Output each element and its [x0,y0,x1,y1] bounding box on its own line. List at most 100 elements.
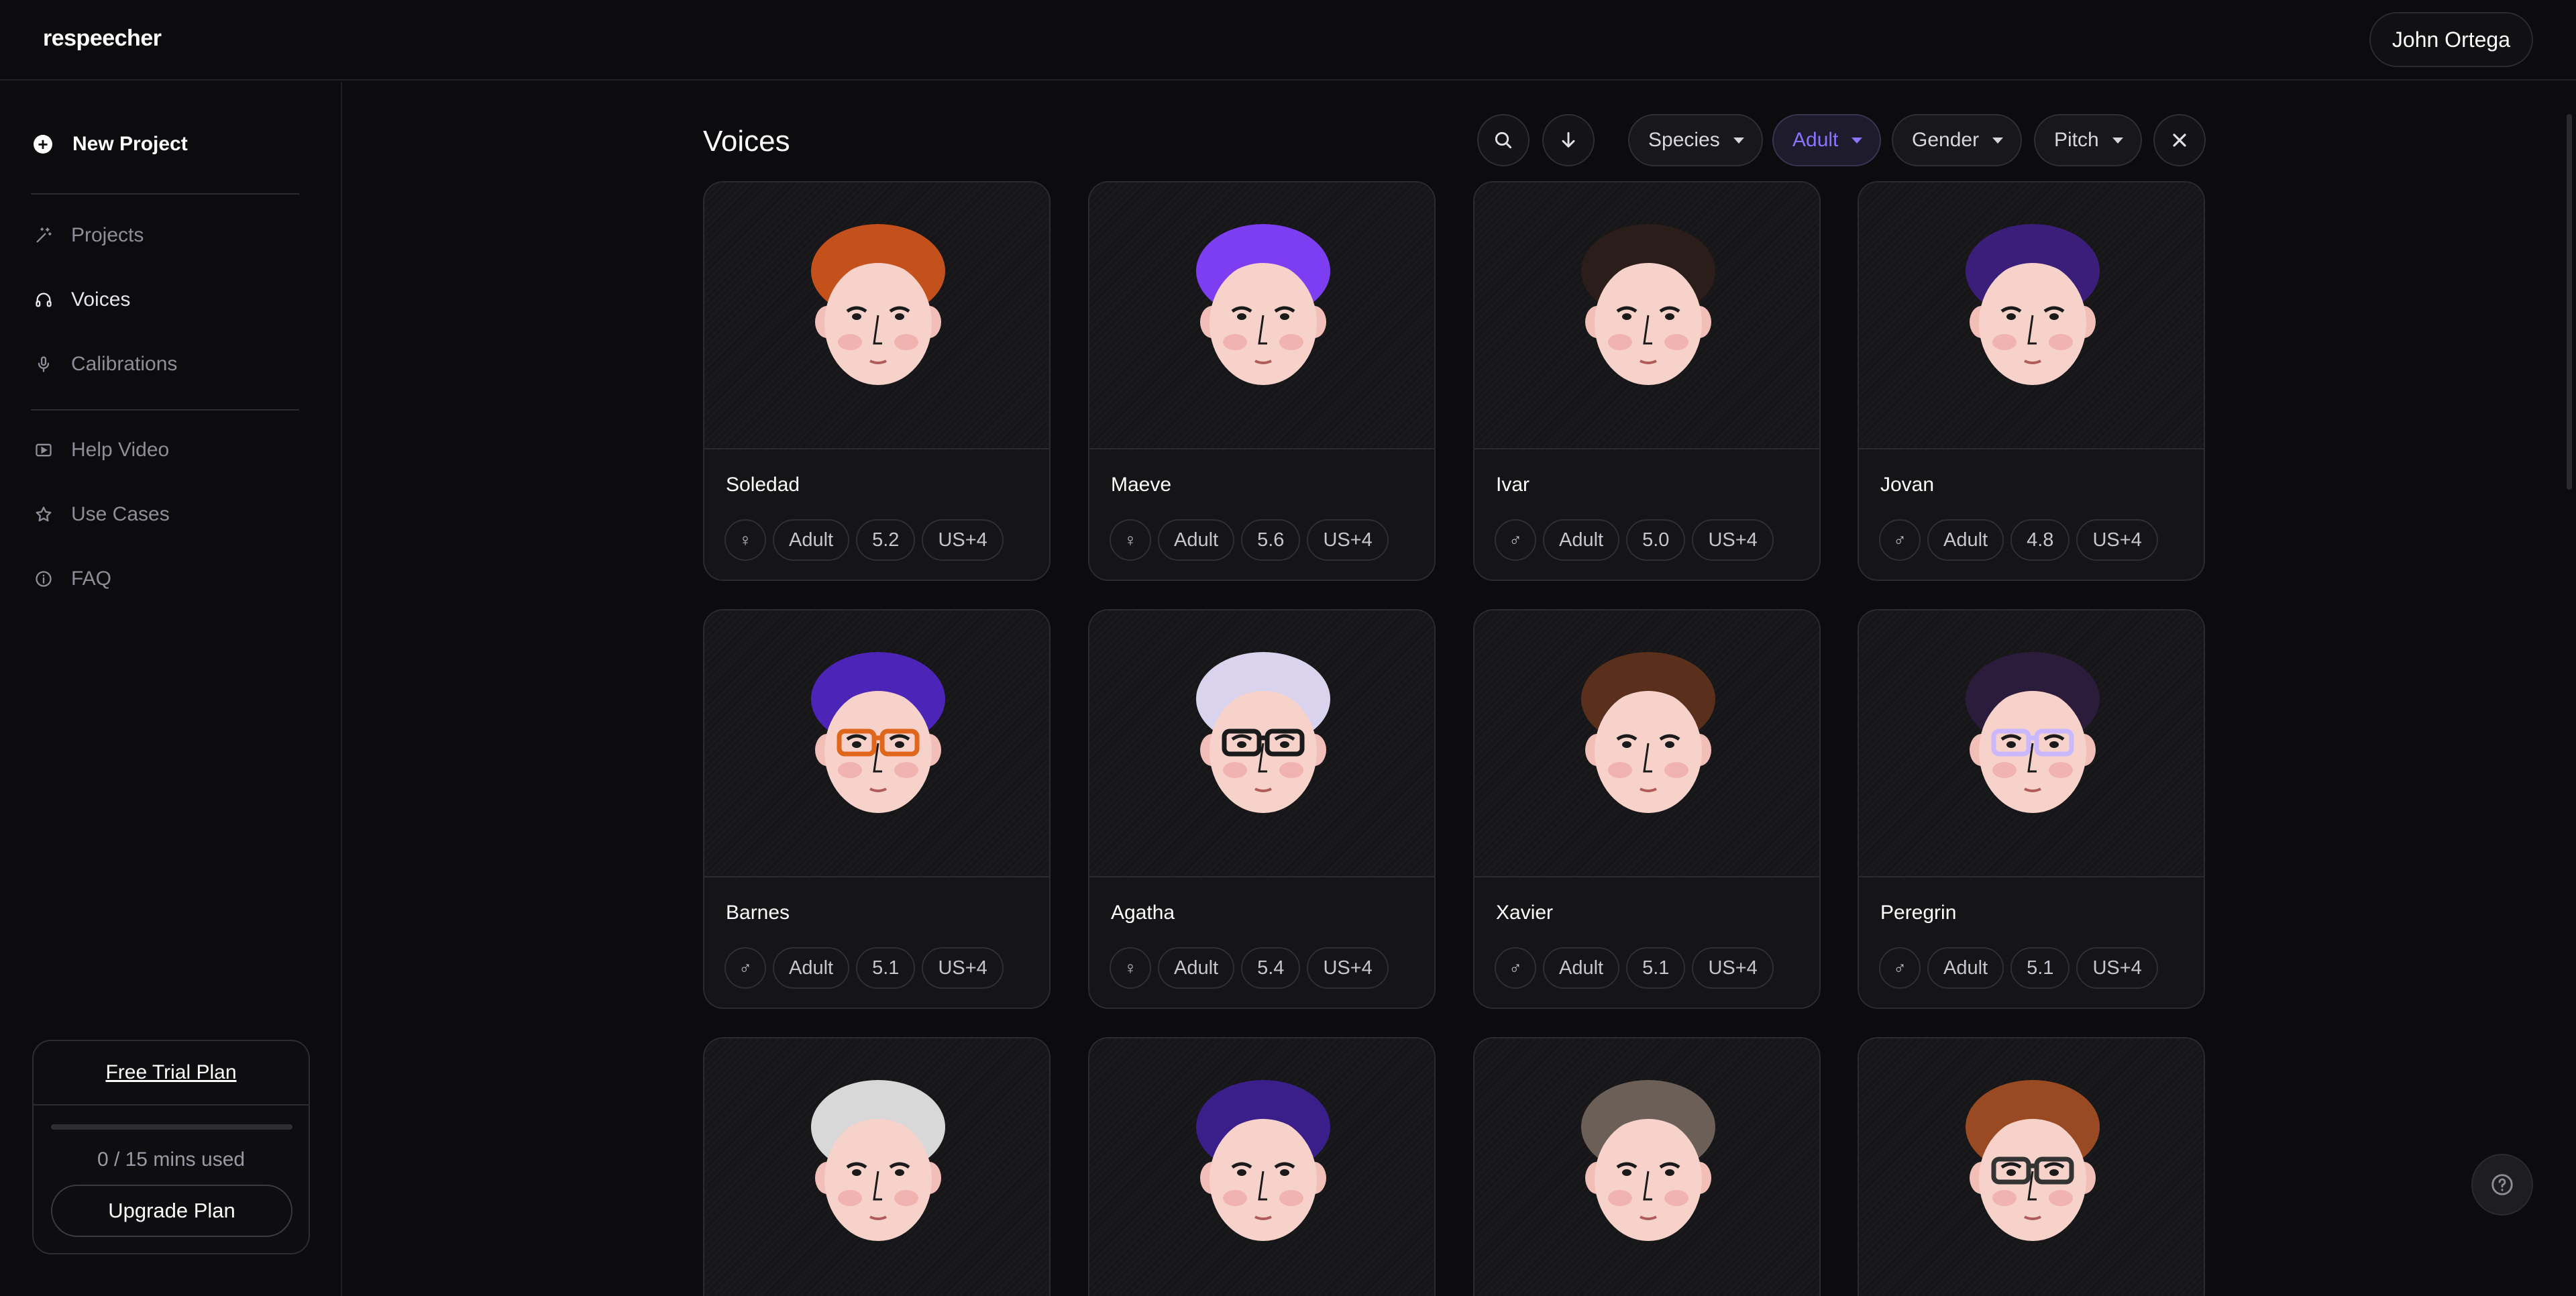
voice-card[interactable]: Peregrin ♂ Adult 5.1 US+4 [1858,609,2205,1009]
headphones-icon [34,290,54,310]
microphone-icon [34,354,54,374]
voice-name: Ivar [1496,474,1530,496]
sidebar-item-help-video[interactable]: Help Video [34,439,169,462]
pitch-tag[interactable]: 5.2 [856,519,916,561]
app-logo[interactable]: respeecher [43,25,162,52]
plus-icon: + [34,135,52,154]
voice-name: Maeve [1111,474,1172,496]
voice-avatar [1089,610,1434,877]
gender-tag[interactable]: ♂ [1879,519,1921,561]
filter-label: Pitch [2054,129,2099,151]
pitch-tag[interactable]: 5.1 [1626,947,1686,989]
voice-card[interactable] [1088,1037,1436,1296]
gender-tag[interactable]: ♂ [1495,519,1536,561]
sidebar-item-voices[interactable]: Voices [34,288,130,311]
age-tag[interactable]: Adult [1543,947,1620,989]
filter-species[interactable]: Species [1628,114,1763,166]
search-button[interactable] [1477,114,1529,166]
video-icon [34,440,54,460]
voice-card[interactable]: Soledad ♀ Adult 5.2 US+4 [703,181,1051,581]
avatar-illustration [1966,652,2100,813]
gender-tag[interactable]: ♂ [1879,947,1921,989]
pitch-tag[interactable]: 5.6 [1241,519,1301,561]
caret-down-icon [1851,137,1863,144]
new-project-label: New Project [72,133,188,155]
accent-tag[interactable]: US+4 [2076,519,2158,561]
accent-tag[interactable]: US+4 [1307,519,1389,561]
voice-card[interactable] [1858,1037,2205,1296]
voice-avatar [1089,182,1434,449]
voice-avatar [1474,182,1819,449]
avatar-illustration [811,224,945,385]
sidebar-item-calibrations[interactable]: Calibrations [34,353,177,376]
help-button[interactable] [2471,1154,2533,1216]
avatar-illustration [1581,224,1715,385]
caret-down-icon [1733,137,1744,144]
voice-card[interactable]: Jovan ♂ Adult 4.8 US+4 [1858,181,2205,581]
age-tag[interactable]: Adult [1543,519,1620,561]
voice-tags: ♂ Adult 5.1 US+4 [1879,947,2165,989]
age-tag[interactable]: Adult [1158,947,1235,989]
plan-title-link[interactable]: Free Trial Plan [34,1041,309,1105]
pitch-tag[interactable]: 5.4 [1241,947,1301,989]
voice-card[interactable]: Ivar ♂ Adult 5.0 US+4 [1473,181,1821,581]
voice-avatar [1859,1038,2204,1296]
sidebar-item-label: Help Video [71,439,170,461]
pitch-tag[interactable]: 5.0 [1626,519,1686,561]
filter-adult[interactable]: Adult [1772,114,1882,166]
accent-tag[interactable]: US+4 [2076,947,2158,989]
plan-card: Free Trial Plan 0 / 15 mins used Upgrade… [32,1040,310,1254]
sort-button[interactable] [1542,114,1595,166]
gender-tag[interactable]: ♀ [1110,947,1151,989]
gender-tag[interactable]: ♀ [724,519,766,561]
pitch-tag[interactable]: 5.1 [856,947,916,989]
voice-card[interactable]: Barnes ♂ Adult 5.1 US+4 [703,609,1051,1009]
avatar-illustration [1196,1080,1330,1241]
avatar-illustration [1196,652,1330,813]
sidebar-item-projects[interactable]: Projects [34,224,144,247]
avatar-illustration [811,652,945,813]
gender-tag[interactable]: ♀ [1110,519,1151,561]
caret-down-icon [1992,137,2004,144]
sidebar-divider [31,193,299,195]
age-tag[interactable]: Adult [1927,519,2004,561]
new-project-button[interactable]: + New Project [34,133,188,156]
accent-tag[interactable]: US+4 [922,947,1004,989]
accent-tag[interactable]: US+4 [922,519,1004,561]
voice-avatar [1859,610,2204,877]
voice-card[interactable] [1473,1037,1821,1296]
age-tag[interactable]: Adult [773,519,850,561]
sidebar-item-label: Voices [71,288,131,311]
voice-card[interactable]: Maeve ♀ Adult 5.6 US+4 [1088,181,1436,581]
voice-card[interactable]: Xavier ♂ Adult 5.1 US+4 [1473,609,1821,1009]
avatar-illustration [1966,224,2100,385]
top-bar: respeecher John Ortega [0,0,2576,80]
voice-name: Peregrin [1880,902,1957,924]
filter-pitch[interactable]: Pitch [2034,114,2142,166]
filter-label: Adult [1792,129,1839,151]
voice-card[interactable]: Agatha ♀ Adult 5.4 US+4 [1088,609,1436,1009]
sidebar-item-use-cases[interactable]: Use Cases [34,503,170,526]
filter-label: Gender [1912,129,1980,151]
sidebar: + New Project Projects Voices Calibratio… [0,82,342,1296]
accent-tag[interactable]: US+4 [1692,947,1774,989]
sidebar-item-faq[interactable]: FAQ [34,568,111,590]
age-tag[interactable]: Adult [1158,519,1235,561]
filter-gender[interactable]: Gender [1892,114,2023,166]
pitch-tag[interactable]: 5.1 [2010,947,2070,989]
gender-tag[interactable]: ♂ [1495,947,1536,989]
accent-tag[interactable]: US+4 [1692,519,1774,561]
age-tag[interactable]: Adult [1927,947,2004,989]
age-tag[interactable]: Adult [773,947,850,989]
sidebar-divider [31,409,299,411]
accent-tag[interactable]: US+4 [1307,947,1389,989]
clear-filters-button[interactable] [2153,114,2206,166]
usage-progress-bar [51,1124,292,1130]
gender-tag[interactable]: ♂ [724,947,766,989]
pitch-tag[interactable]: 4.8 [2010,519,2070,561]
scrollbar[interactable] [2567,114,2572,490]
voice-avatar [704,610,1049,877]
voice-card[interactable] [703,1037,1051,1296]
upgrade-plan-button[interactable]: Upgrade Plan [51,1185,292,1237]
user-menu-button[interactable]: John Ortega [2369,12,2533,67]
